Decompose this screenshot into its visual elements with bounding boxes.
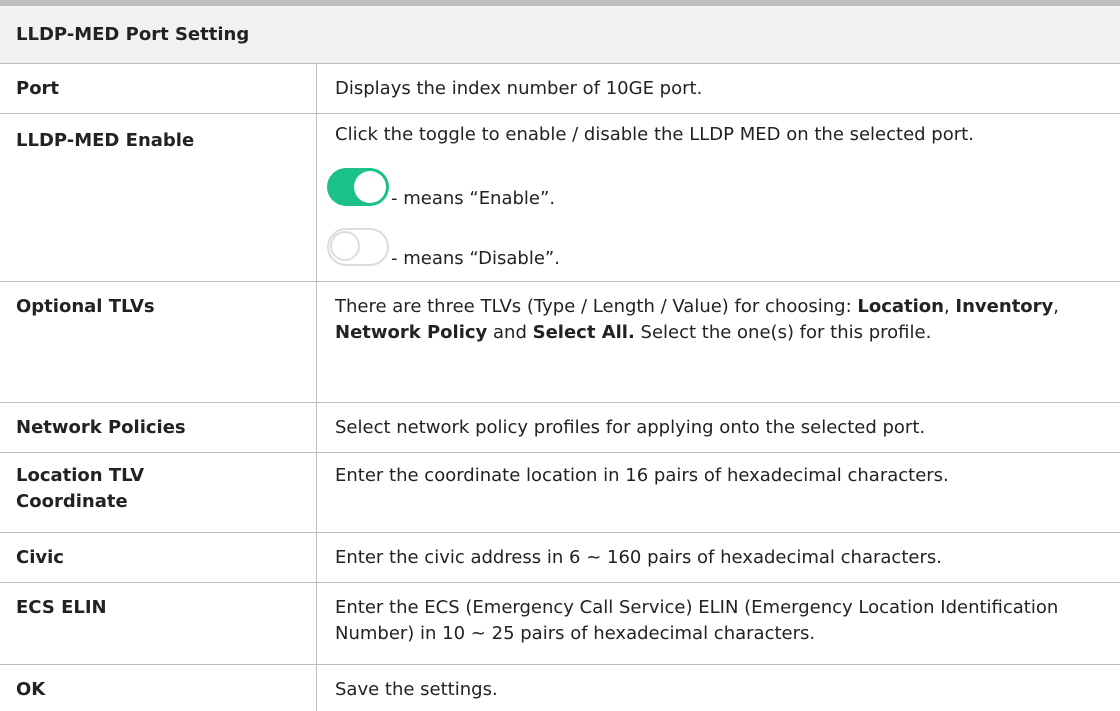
row-desc-ok: Save the settings. bbox=[335, 679, 498, 700]
row-label-lldp-med-enable: LLDP-MED Enable bbox=[16, 130, 195, 151]
row-desc-lldp-med-enable: Click the toggle to enable / disable the… bbox=[335, 124, 974, 145]
row-label-ecs-elin: ECS ELIN bbox=[16, 597, 107, 618]
table-row-lldp-med-enable: LLDP-MED Enable Click the toggle to enab… bbox=[0, 114, 1120, 282]
table-row-network-policies: Network Policies Select network policy p… bbox=[0, 403, 1120, 453]
tlv-network-policy: Network Policy bbox=[335, 322, 488, 343]
row-label-port: Port bbox=[16, 78, 60, 99]
toggle-off-icon bbox=[327, 228, 389, 266]
toggle-disable-text: - means “Disable”. bbox=[391, 248, 560, 269]
lldp-med-port-setting-table: LLDP-MED Port Setting Port Displays the … bbox=[0, 0, 1120, 711]
table-row-location-tlv-coordinate: Location TLV Coordinate Enter the coordi… bbox=[0, 453, 1120, 533]
table-row-civic: Civic Enter the civic address in 6 ~ 160… bbox=[0, 533, 1120, 583]
row-desc-network-policies: Select network policy profiles for apply… bbox=[335, 417, 926, 438]
table-header: LLDP-MED Port Setting bbox=[0, 6, 1120, 64]
row-label-optional-tlvs: Optional TLVs bbox=[16, 296, 155, 317]
row-desc-civic: Enter the civic address in 6 ~ 160 pairs… bbox=[335, 547, 942, 568]
row-desc-optional-tlvs: There are three TLVs (Type / Length / Va… bbox=[335, 296, 1060, 343]
table-row-ok: OK Save the settings. bbox=[0, 665, 1120, 711]
toggle-on-icon bbox=[327, 168, 389, 206]
row-label-ok: OK bbox=[16, 679, 46, 700]
toggle-enable-example: - means “Enable”. bbox=[327, 166, 555, 209]
row-label-network-policies: Network Policies bbox=[16, 417, 186, 438]
tlv-inventory: Inventory bbox=[955, 296, 1054, 317]
row-desc-ecs-elin: Enter the ECS (Emergency Call Service) E… bbox=[335, 597, 1059, 644]
row-desc-location-tlv-coordinate: Enter the coordinate location in 16 pair… bbox=[335, 465, 949, 486]
toggle-enable-text: - means “Enable”. bbox=[391, 188, 556, 209]
table-row-ecs-elin: ECS ELIN Enter the ECS (Emergency Call S… bbox=[0, 583, 1120, 665]
tlv-select-all: Select All. bbox=[532, 322, 635, 343]
tlv-location: Location bbox=[857, 296, 944, 317]
toggle-disable-example: - means “Disable”. bbox=[327, 226, 560, 269]
row-label-location-tlv-coordinate: Location TLV Coordinate bbox=[16, 465, 145, 512]
table-row-port: Port Displays the index number of 10GE p… bbox=[0, 64, 1120, 114]
row-label-civic: Civic bbox=[16, 547, 64, 568]
row-desc-port: Displays the index number of 10GE port. bbox=[335, 78, 703, 99]
table-row-optional-tlvs: Optional TLVs There are three TLVs (Type… bbox=[0, 282, 1120, 403]
